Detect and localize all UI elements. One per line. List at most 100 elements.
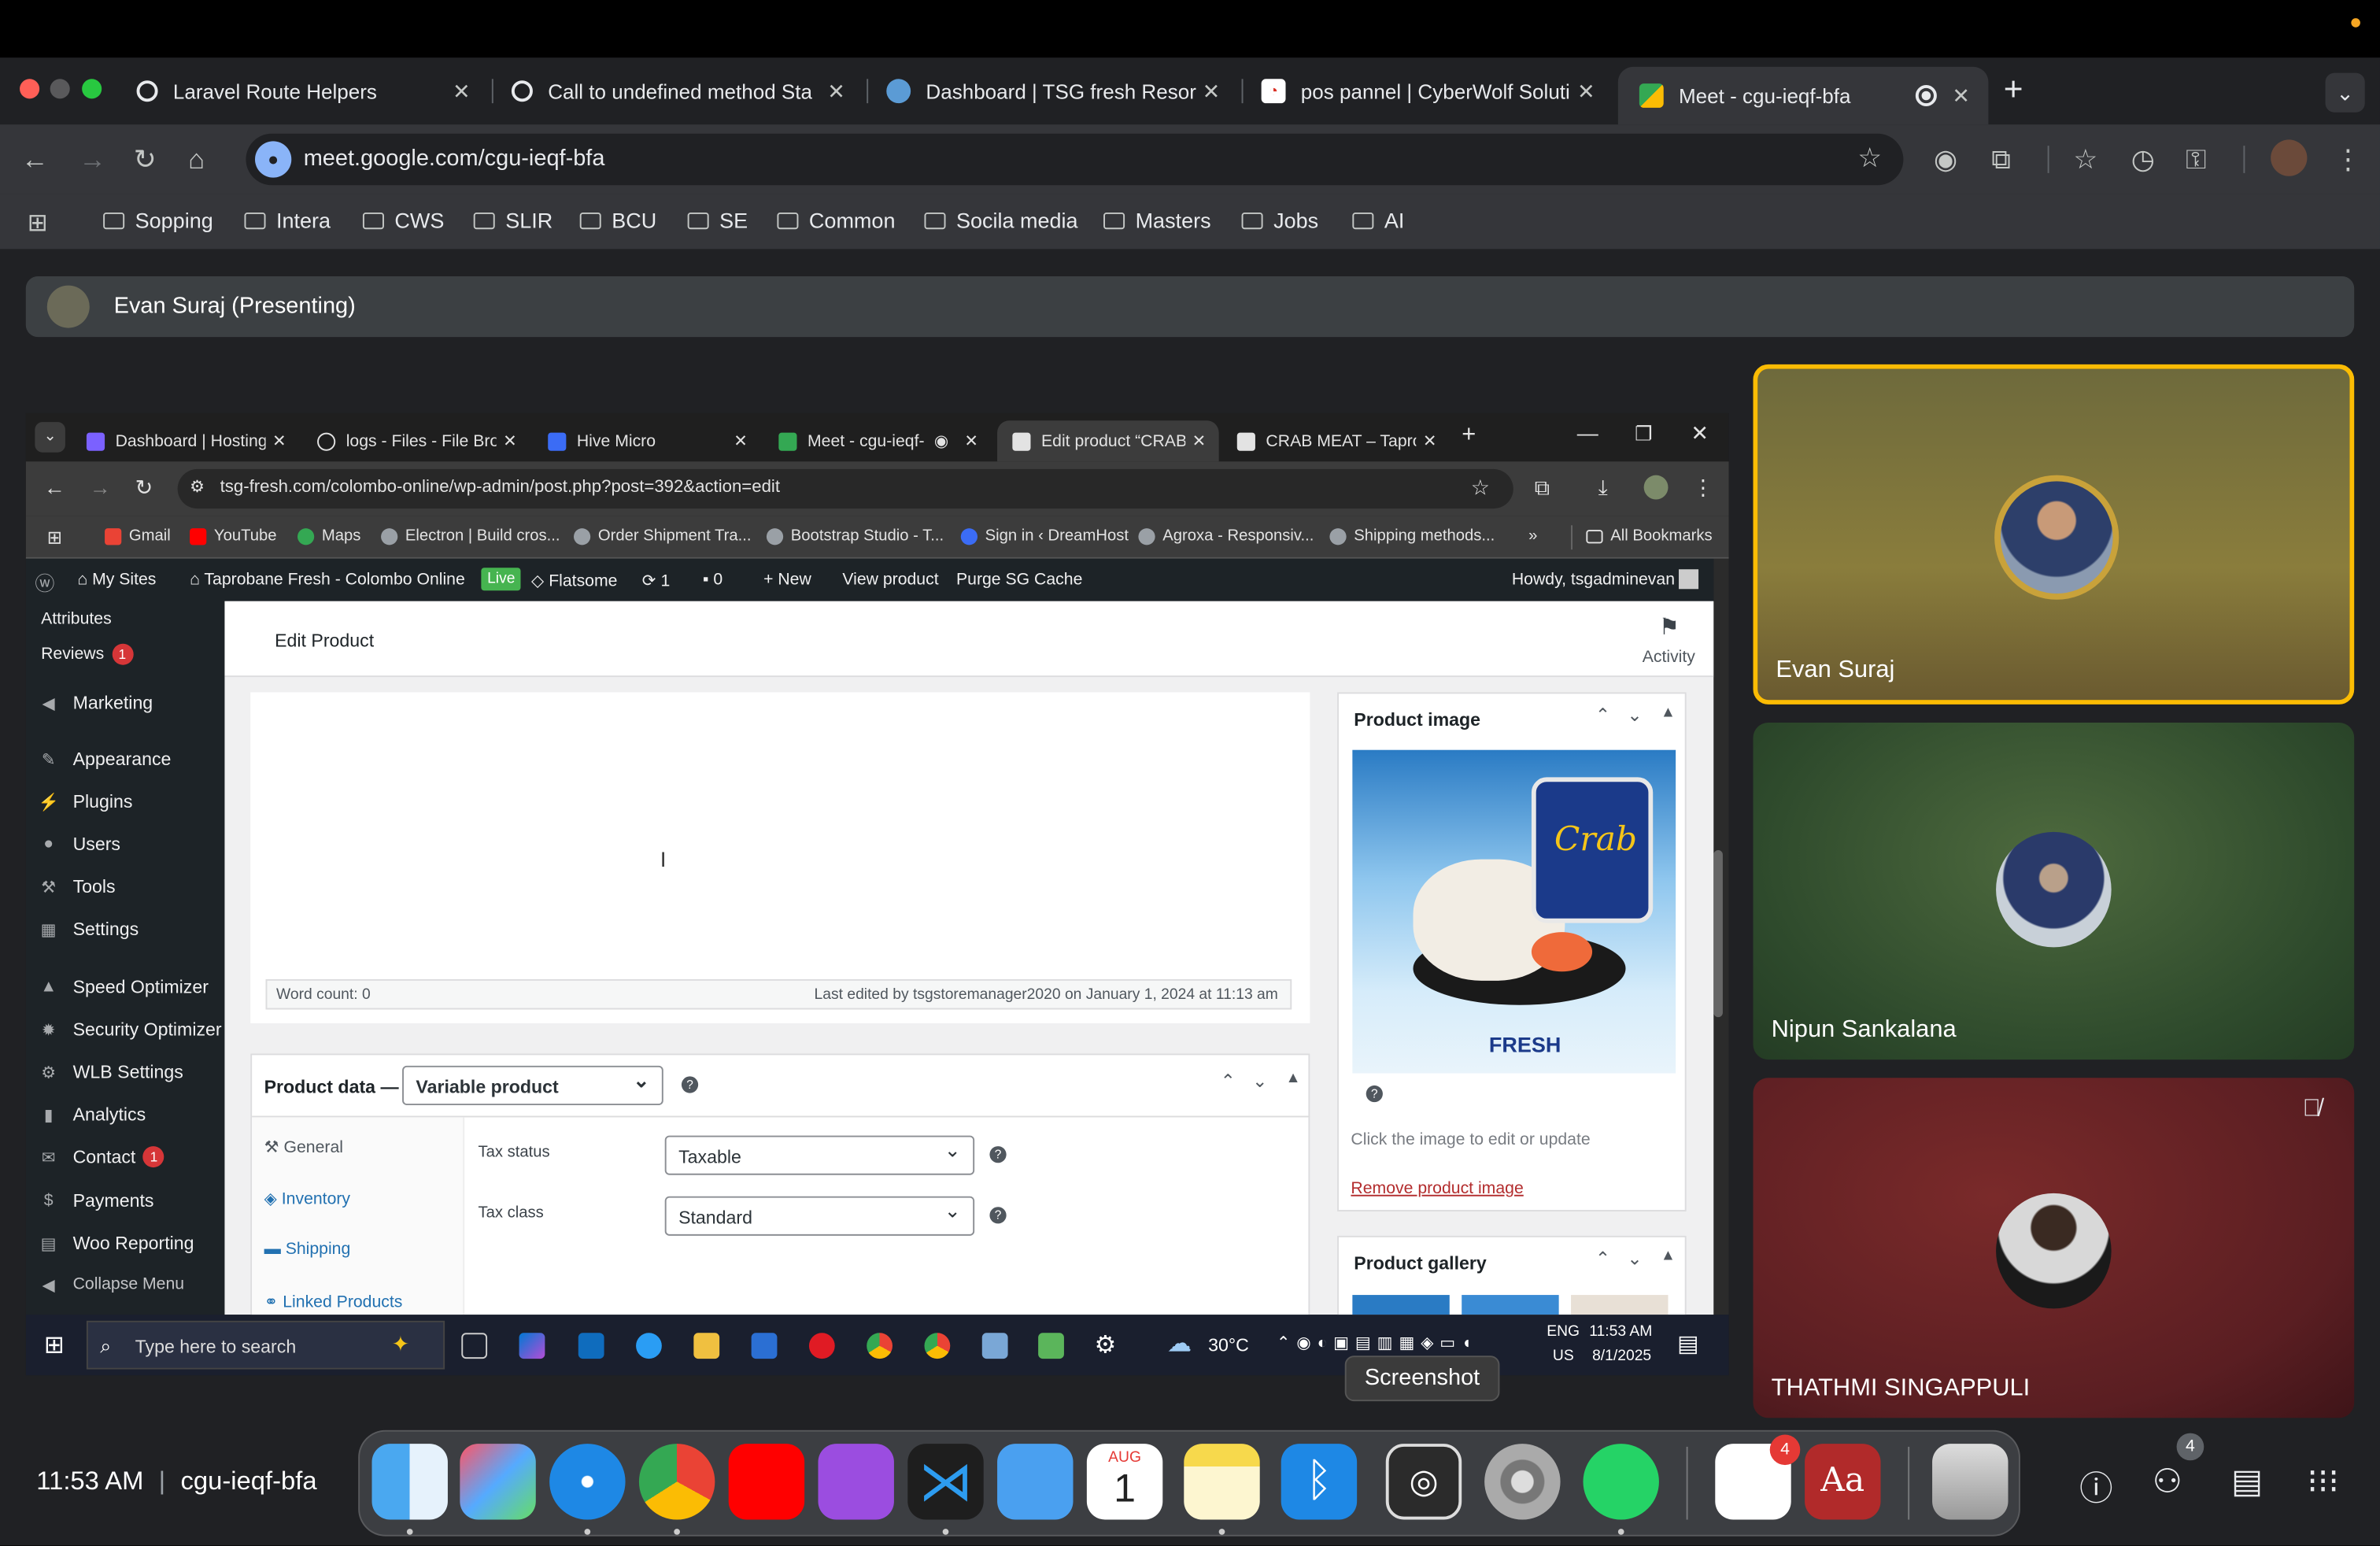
download-icon[interactable]: ⤓ <box>1598 475 1608 501</box>
tab-general[interactable]: ⚒ General <box>264 1137 343 1156</box>
windows-search-box[interactable]: ⌕ Type here to search ✦ <box>86 1320 445 1370</box>
move-up-icon[interactable]: ⌃ <box>1595 705 1610 726</box>
move-up-icon[interactable]: ⌃ <box>1221 1071 1236 1092</box>
mail-icon[interactable] <box>997 1444 1074 1520</box>
meet-scrollbar[interactable] <box>1713 849 1723 1018</box>
tab-list-icon[interactable]: ⌄ <box>35 422 65 453</box>
home-icon[interactable]: ⌂ <box>188 142 205 176</box>
edge-icon[interactable] <box>636 1333 662 1359</box>
bookmark[interactable]: YouTube <box>190 527 277 545</box>
bookmark[interactable]: Maps <box>297 527 360 545</box>
windows-clock-date[interactable]: 8/1/2025 <box>1592 1348 1651 1365</box>
bookmark-folder[interactable]: SLIR <box>473 208 552 232</box>
finder-icon[interactable] <box>371 1444 448 1520</box>
windows-start-icon[interactable]: ⊞ <box>44 1330 65 1360</box>
dictionary-icon[interactable]: Aa <box>1805 1444 1881 1520</box>
sidebar-item-payments[interactable]: $ Payments <box>38 1190 154 1211</box>
calendar-icon[interactable]: AUG 1 <box>1086 1444 1163 1520</box>
copilot-icon[interactable] <box>519 1333 545 1359</box>
updates-link[interactable]: ⟳ 1 <box>642 571 670 590</box>
move-down-icon[interactable]: ⌄ <box>1627 1248 1642 1269</box>
close-tab-icon[interactable]: ✕ <box>1196 78 1227 104</box>
more-bookmarks-icon[interactable]: » <box>1528 527 1537 545</box>
toggle-panel-icon[interactable]: ▲ <box>1285 1071 1300 1087</box>
outlook-icon[interactable] <box>578 1333 604 1359</box>
system-settings-icon[interactable] <box>1484 1444 1561 1520</box>
close-tab-icon[interactable]: ✕ <box>1416 431 1443 451</box>
close-tab-icon[interactable]: ✕ <box>265 431 293 451</box>
bookmark-folder[interactable]: Jobs <box>1241 208 1318 232</box>
shared-address-bar[interactable]: ⚙ tsg-fresh.com/colombo-online/wp-admin/… <box>177 468 1513 509</box>
collapse-menu-button[interactable]: ◀ Collapse Menu <box>38 1275 185 1295</box>
address-bar[interactable]: ● meet.google.com/cgu-ieqf-bfa ☆ <box>246 133 1904 186</box>
sidebar-item-security-optimizer[interactable]: ✹ Security Optimizer <box>38 1019 222 1040</box>
trash-icon[interactable] <box>1932 1444 2009 1520</box>
reload-icon[interactable]: ↻ <box>135 475 153 501</box>
bookmarks-icon[interactable]: ☆ <box>2073 142 2097 176</box>
bookmark-folder[interactable]: Sopping <box>103 208 213 232</box>
browser-tab[interactable]: Laravel Route Helpers ✕ <box>116 67 489 116</box>
shared-tab[interactable]: Meet - cgu-ieqf- ◉ ✕ <box>763 420 991 461</box>
podcasts-icon[interactable] <box>818 1444 894 1520</box>
activity-link[interactable]: Activity <box>1643 648 1695 666</box>
language-indicator[interactable]: ENG <box>1547 1324 1580 1341</box>
toggle-panel-icon[interactable]: ▲ <box>1661 705 1676 721</box>
move-down-icon[interactable]: ⌄ <box>1252 1071 1267 1092</box>
close-tab-icon[interactable]: ✕ <box>1946 83 1976 109</box>
sidebar-item-plugins[interactable]: ⚡ Plugins <box>38 791 132 812</box>
shared-tab-active[interactable]: Edit product “CRAB M✕ <box>997 420 1219 462</box>
forward-icon[interactable]: → <box>90 475 111 500</box>
whatsapp-icon[interactable] <box>1583 1444 1659 1520</box>
store-icon[interactable] <box>751 1333 778 1359</box>
back-icon[interactable]: ← <box>21 142 49 176</box>
shared-tab[interactable]: Dashboard | Hosting ✕ <box>72 420 299 461</box>
close-window-icon[interactable]: ✕ <box>1691 420 1709 446</box>
product-image[interactable]: Crab FRESH <box>1352 749 1676 1074</box>
gallery-thumbnail[interactable] <box>1462 1295 1559 1315</box>
forward-icon[interactable]: → <box>79 142 106 176</box>
bookmark-folder[interactable]: Masters <box>1103 208 1211 232</box>
purge-cache-link[interactable]: Purge SG Cache <box>956 571 1082 589</box>
extensions-icon[interactable]: ⧉ <box>1535 475 1550 501</box>
sidebar-item-analytics[interactable]: ▮ Analytics <box>38 1104 146 1125</box>
wordpress-logo-icon[interactable]: ⓦ <box>35 568 54 597</box>
bookmark[interactable]: Gmail <box>105 527 171 545</box>
chrome-icon[interactable] <box>638 1444 715 1520</box>
sidebar-item-settings[interactable]: ▦ Settings <box>38 919 139 940</box>
browser-tab[interactable]: ◔ pos pannel | CyberWolf Soluti ✕ <box>1240 67 1613 116</box>
minimize-icon[interactable]: — <box>1577 420 1598 445</box>
bookmark[interactable]: Shipping methods... <box>1329 527 1495 545</box>
bookmark[interactable]: Electron | Build cros... <box>381 527 560 545</box>
new-tab-icon[interactable]: + <box>2004 70 2023 109</box>
tab-shipping[interactable]: ▬ Shipping <box>264 1241 351 1259</box>
participant-tile-active[interactable]: Evan Suraj <box>1753 364 2355 705</box>
bookmark[interactable]: Agroxa - Responsiv... <box>1138 527 1314 545</box>
help-icon[interactable]: ? <box>681 1076 699 1093</box>
site-settings-icon[interactable]: ⚙ <box>190 477 205 496</box>
extensions-icon[interactable]: ⧉ <box>1991 142 2011 176</box>
site-name-link[interactable]: ⌂ Taprobane Fresh - Colombo Online <box>190 571 465 589</box>
task-view-icon[interactable] <box>461 1333 488 1359</box>
gallery-thumbnail[interactable] <box>1352 1295 1450 1315</box>
launchpad-icon[interactable] <box>460 1444 536 1520</box>
close-tab-icon[interactable]: ✕ <box>1185 431 1213 451</box>
all-bookmarks[interactable]: All Bookmarks <box>1586 527 1713 545</box>
help-icon[interactable]: ? <box>1366 1085 1383 1103</box>
remove-image-link[interactable]: Remove product image <box>1351 1179 1523 1197</box>
chrome-icon[interactable] <box>867 1333 893 1359</box>
toggle-panel-icon[interactable]: ▲ <box>1661 1248 1676 1264</box>
new-link[interactable]: + New <box>763 571 811 589</box>
close-window-button[interactable] <box>20 79 40 99</box>
menu-kebab-icon[interactable]: ⋮ <box>2334 142 2362 176</box>
activity-flag-icon[interactable]: ⚑ <box>1659 613 1680 641</box>
back-icon[interactable]: ← <box>44 475 65 500</box>
sidebar-item-speed-optimizer[interactable]: ▲ Speed Optimizer <box>38 976 209 997</box>
notifications-icon[interactable]: ▤ <box>1677 1330 1698 1357</box>
profile-avatar[interactable] <box>2271 139 2308 176</box>
sidebar-item-contact[interactable]: ✉ Contact 1 <box>38 1146 164 1168</box>
minimize-window-button[interactable] <box>50 79 70 99</box>
bookmark-star-icon[interactable]: ☆ <box>1471 475 1490 501</box>
bookmark[interactable]: Sign in ‹ DreamHost <box>960 527 1129 545</box>
vscode-icon[interactable]: ⋊ <box>907 1444 984 1520</box>
sidebar-item-reviews[interactable]: Reviews 1 <box>41 643 133 665</box>
